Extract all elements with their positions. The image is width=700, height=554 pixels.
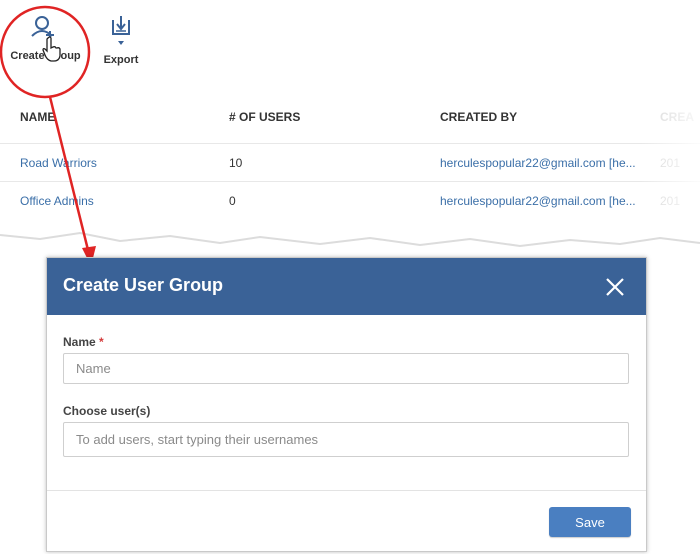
- table-header: NAME # OF USERS CREATED BY CREA: [0, 98, 700, 136]
- column-header-created[interactable]: CREA: [660, 110, 700, 124]
- export-download-icon: [112, 16, 130, 45]
- table-row: Office Admins 0 herculespopular22@gmail.…: [0, 181, 700, 220]
- dialog-header: Create User Group: [47, 258, 646, 315]
- user-groups-page: Create Group Export NAME # OF USERS CREA…: [0, 0, 700, 250]
- export-label: Export: [103, 54, 139, 66]
- create-group-button[interactable]: Create Group: [8, 14, 83, 62]
- choose-users-label: Choose user(s): [63, 404, 151, 418]
- close-icon[interactable]: [604, 276, 626, 298]
- hand-pointer-icon: [42, 36, 61, 62]
- create-user-group-dialog: Create User Group Name * Choose user(s) …: [46, 257, 647, 552]
- dialog-title: Create User Group: [63, 275, 224, 295]
- choose-users-input[interactable]: [63, 422, 629, 457]
- name-label-text: Name: [63, 335, 96, 349]
- column-header-created-by[interactable]: CREATED BY: [440, 110, 638, 124]
- toolbar: Create Group Export: [0, 0, 700, 95]
- footer-divider: [47, 490, 646, 491]
- export-button[interactable]: Export: [100, 14, 142, 66]
- save-button[interactable]: Save: [549, 507, 631, 537]
- name-label: Name *: [63, 335, 104, 349]
- name-input[interactable]: [63, 353, 629, 384]
- user-count: 10: [229, 156, 243, 170]
- table-row: Road Warriors 10 herculespopular22@gmail…: [0, 143, 700, 182]
- user-count: 0: [229, 194, 236, 208]
- created-date: 201: [660, 194, 681, 208]
- group-name-link[interactable]: Road Warriors: [20, 156, 210, 170]
- required-marker: *: [99, 335, 104, 349]
- created-by-link[interactable]: herculespopular22@gmail.com [he...: [440, 156, 638, 170]
- column-header-users[interactable]: # OF USERS: [229, 110, 409, 124]
- group-name-link[interactable]: Office Admins: [20, 194, 210, 208]
- created-by-link[interactable]: herculespopular22@gmail.com [he...: [440, 194, 638, 208]
- column-header-name[interactable]: NAME: [20, 110, 210, 124]
- created-date: 201: [660, 156, 681, 170]
